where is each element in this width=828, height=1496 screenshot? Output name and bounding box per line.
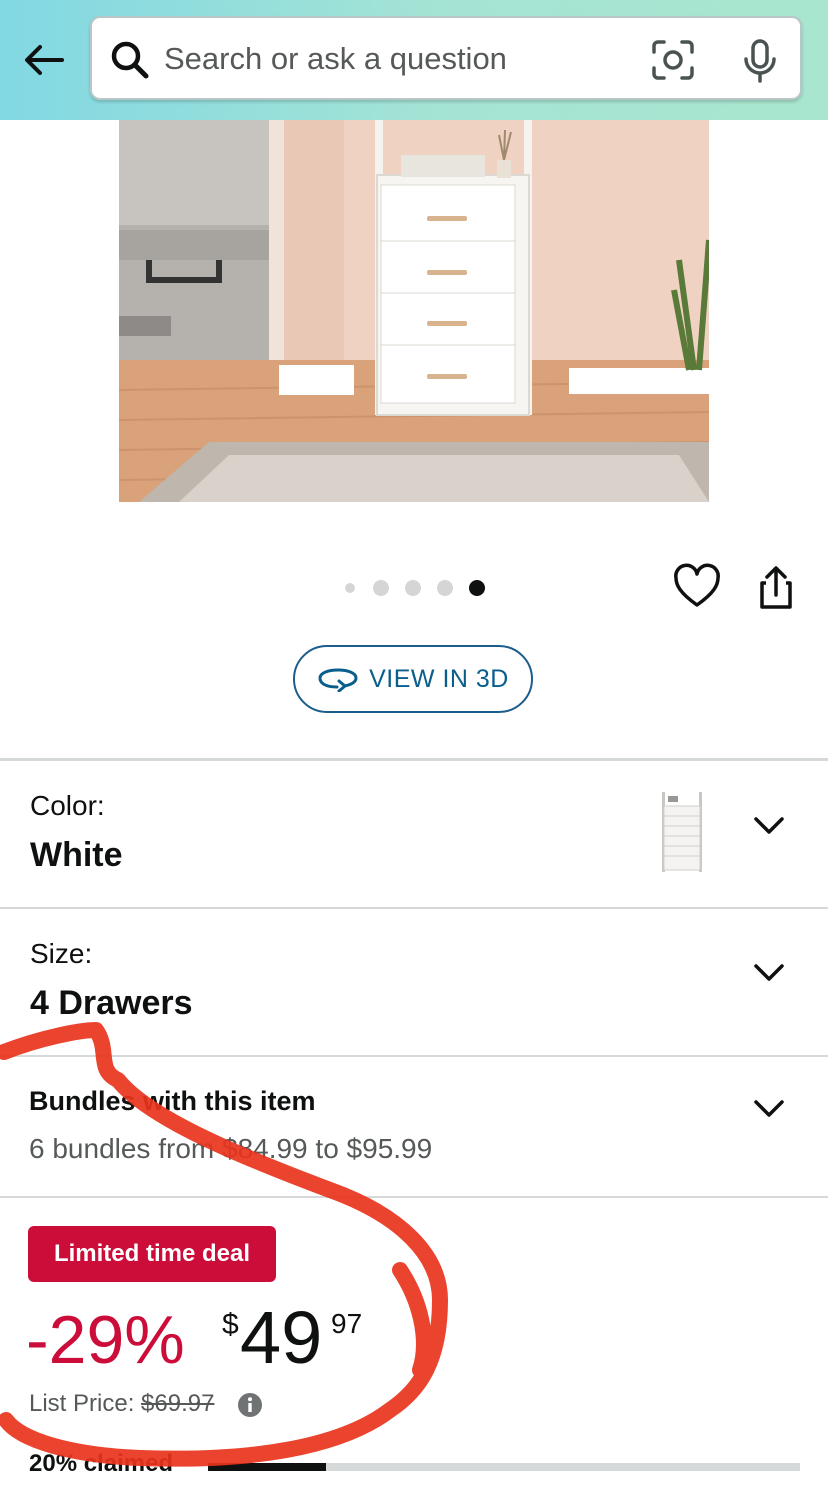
bundles-subtitle: 6 bundles from $84.99 to $95.99 (29, 1133, 433, 1164)
chevron-down-icon[interactable] (752, 815, 786, 837)
chevron-down-icon[interactable] (752, 962, 786, 984)
discount-percentage: -29% (26, 1302, 185, 1378)
carousel-dot[interactable] (437, 580, 453, 596)
price-currency: $ (222, 1308, 239, 1341)
microphone-icon[interactable] (740, 38, 780, 84)
carousel-dot[interactable] (345, 583, 355, 593)
color-swatch-thumbnail (662, 792, 702, 872)
share-icon (760, 566, 792, 609)
camera-scan-icon[interactable] (650, 38, 696, 82)
claimed-progress-fill (208, 1463, 326, 1471)
search-bar[interactable] (90, 16, 802, 100)
list-price: List Price: $69.97 (29, 1390, 214, 1418)
view-in-3d-button[interactable]: VIEW IN 3D (293, 645, 533, 713)
claimed-progress-bar (208, 1463, 800, 1471)
color-label: Color: (30, 790, 105, 821)
heart-icon (674, 563, 720, 607)
share-button[interactable] (752, 563, 800, 613)
top-bar (0, 0, 828, 120)
list-price-label: List Price: (29, 1390, 135, 1417)
info-icon[interactable] (237, 1392, 263, 1418)
search-input[interactable] (164, 36, 624, 82)
color-value: White (30, 836, 123, 874)
divider (0, 1055, 828, 1057)
search-icon (111, 41, 149, 79)
list-price-value: $69.97 (141, 1390, 215, 1417)
view-in-3d-label: VIEW IN 3D (369, 664, 509, 693)
carousel-dot[interactable] (405, 580, 421, 596)
chevron-down-icon[interactable] (752, 1098, 786, 1120)
back-arrow-icon (25, 45, 64, 75)
claimed-text: 20% claimed (29, 1450, 174, 1477)
carousel-dot-active[interactable] (469, 580, 485, 596)
product-image[interactable] (119, 120, 709, 502)
bundles-title: Bundles with this item (29, 1086, 316, 1116)
wishlist-button[interactable] (672, 563, 722, 611)
divider (0, 907, 828, 909)
carousel-indicator (343, 579, 493, 597)
divider (0, 758, 828, 761)
rotate-3d-icon (318, 668, 358, 692)
size-label: Size: (30, 938, 93, 969)
price-fraction: 97 (331, 1308, 363, 1339)
back-button[interactable] (20, 36, 68, 84)
size-value: 4 Drawers (30, 984, 193, 1022)
price-whole: 49 (240, 1296, 323, 1379)
limited-time-deal-badge: Limited time deal (28, 1226, 276, 1282)
divider (0, 1196, 828, 1198)
carousel-dot[interactable] (373, 580, 389, 596)
